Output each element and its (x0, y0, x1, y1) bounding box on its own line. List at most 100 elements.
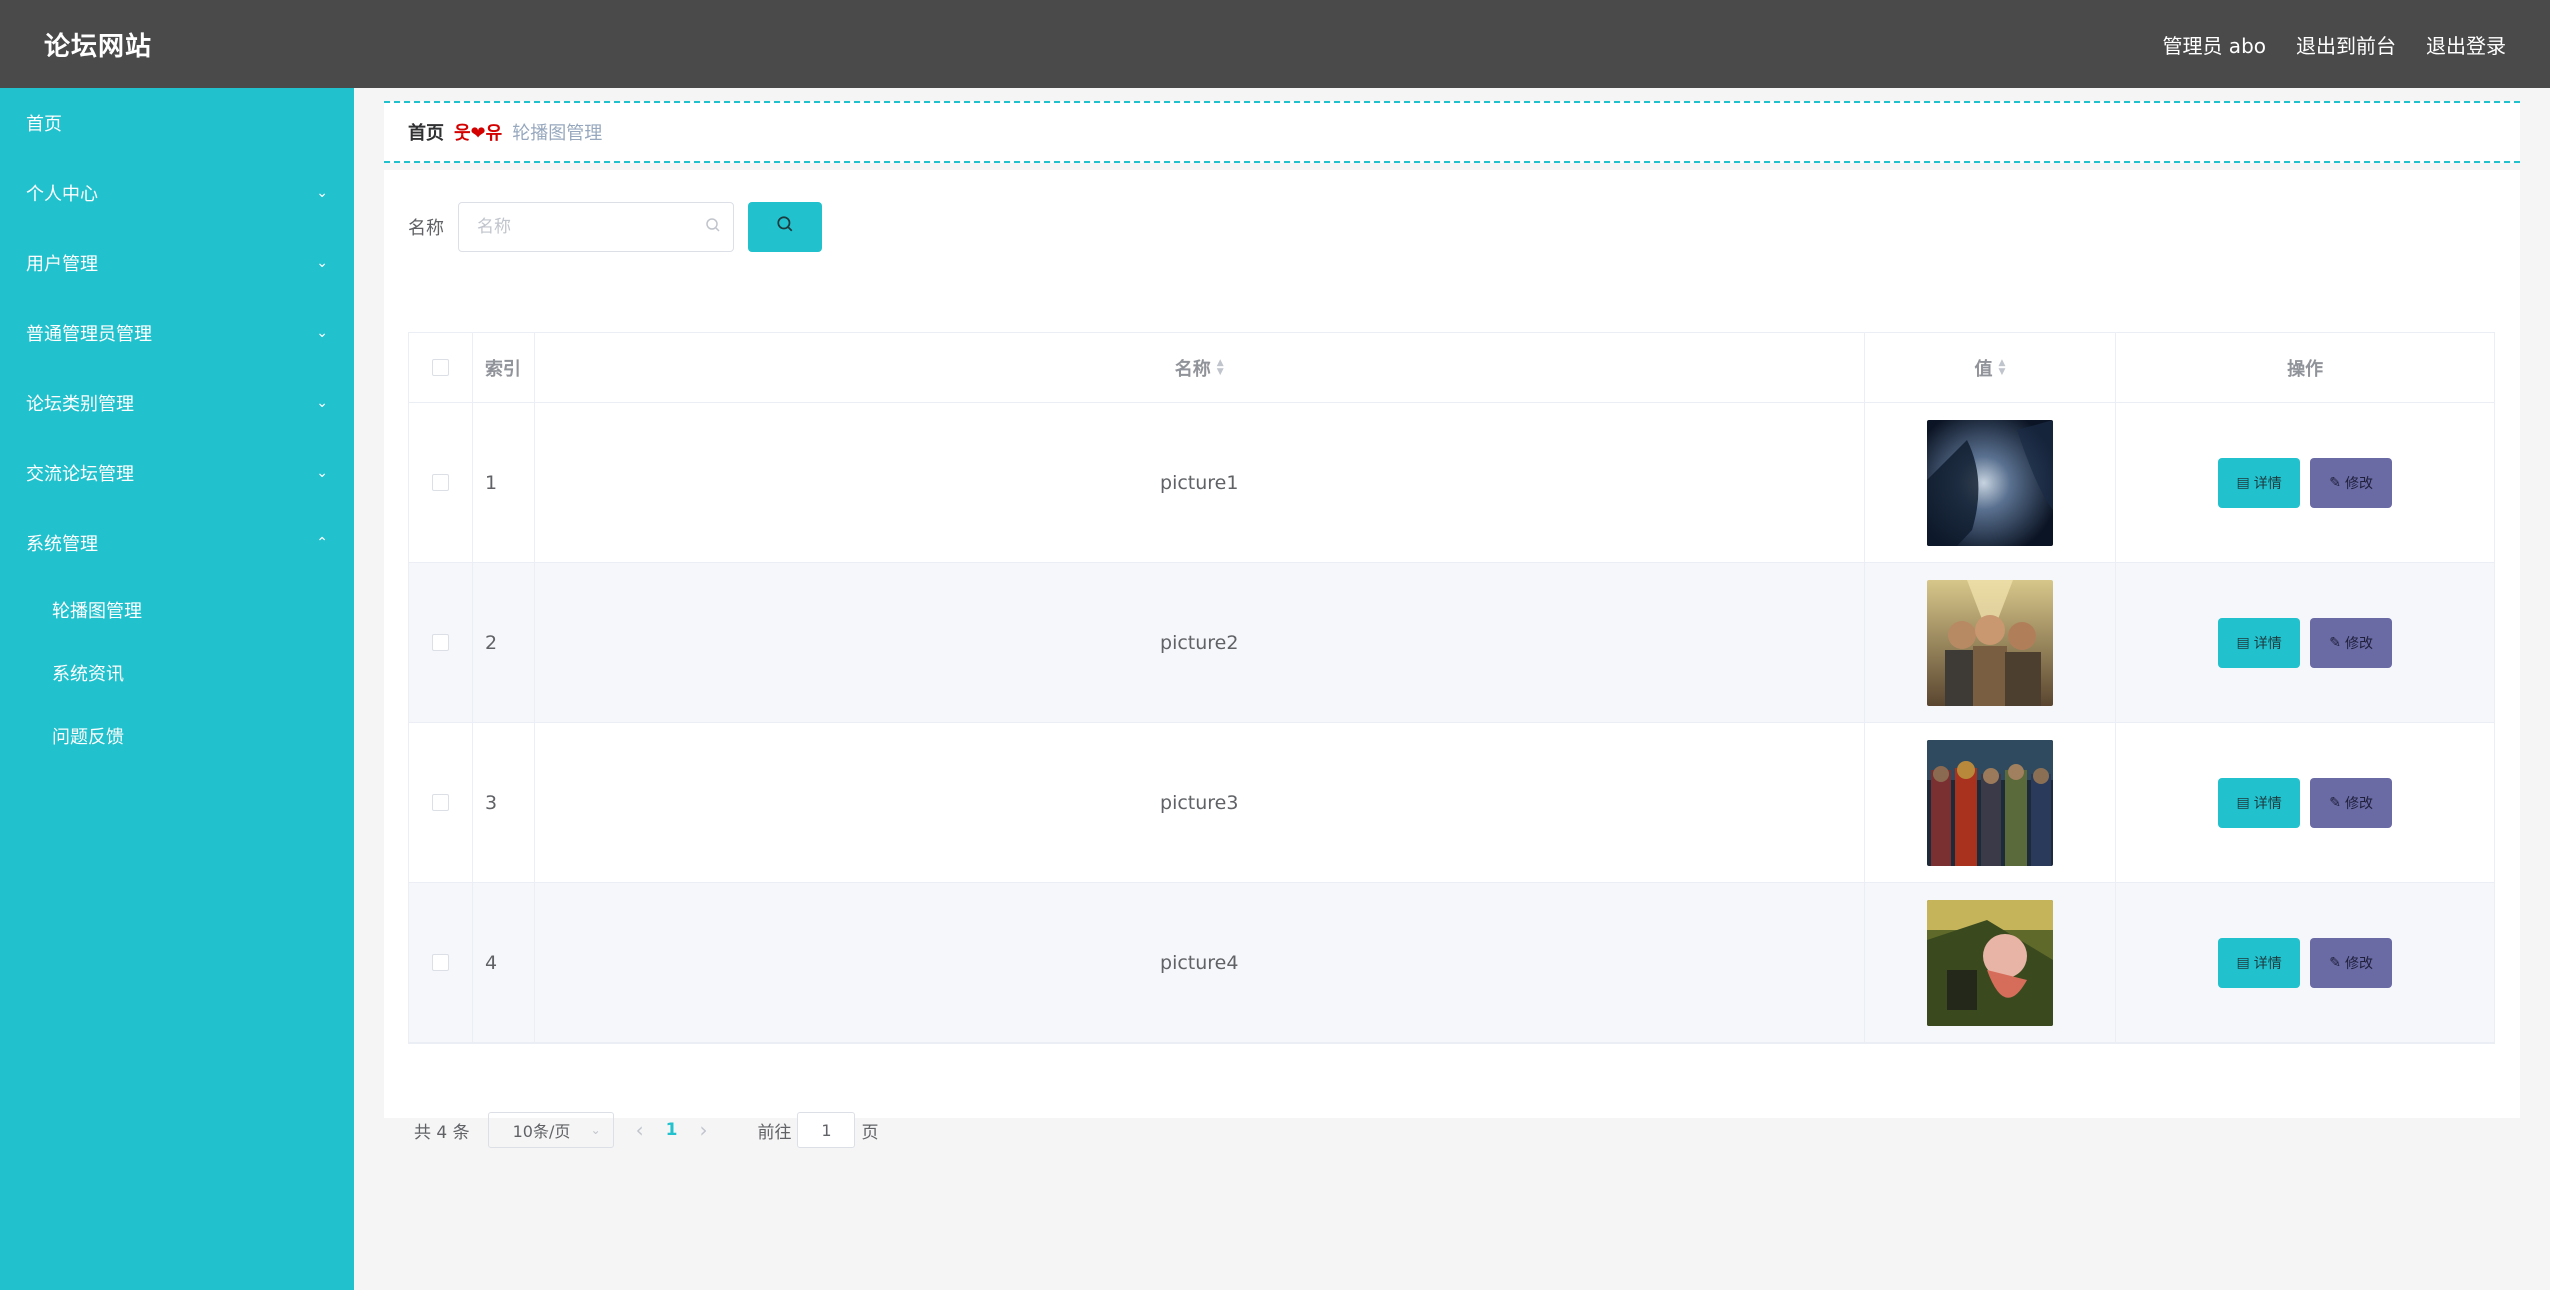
chevron-up-icon: ⌃ (316, 535, 328, 551)
table-row: 4 picture4 ▤ 详情 ✎ 修改 (409, 883, 2494, 1043)
page-size-value: 10条/页 (512, 1122, 571, 1141)
carousel-thumbnail[interactable] (1926, 899, 2053, 1026)
edit-button[interactable]: ✎ 修改 (2310, 777, 2393, 828)
header-value[interactable]: 值 ▲ ▼ (1865, 333, 2117, 402)
row-value-cell (1865, 403, 2117, 562)
table-row: 1 picture1 ▤ 详情 ✎ 修改 (409, 403, 2494, 563)
breadcrumb-home[interactable]: 首页 (408, 119, 444, 145)
detail-button[interactable]: ▤ 详情 (2218, 617, 2301, 668)
sidebar-subitem-label: 系统资讯 (52, 663, 124, 685)
prev-page-icon[interactable]: ‹ (636, 1118, 644, 1142)
pencil-icon: ✎ (2329, 474, 2342, 490)
logout-link[interactable]: 退出登录 (2426, 30, 2506, 59)
row-checkbox[interactable] (431, 634, 449, 651)
chevron-down-icon: ⌄ (316, 255, 328, 271)
row-checkbox[interactable] (431, 794, 449, 811)
detail-label: 详情 (2253, 954, 2282, 971)
top-bar: 论坛网站 管理员 abo 退出到前台 退出登录 (0, 0, 2550, 88)
carousel-thumbnail[interactable] (1926, 419, 2053, 546)
breadcrumb-separator: 웃❤유 (454, 123, 503, 144)
chevron-down-icon: ⌄ (316, 465, 328, 481)
sidebar-subitem-feedback[interactable]: 问题反馈 (0, 704, 354, 767)
row-value-cell (1865, 563, 2117, 722)
main-area: 首页 웃❤유 轮播图管理 名称 索引 名称 (354, 88, 2550, 1290)
sidebar-item-label: 交流论坛管理 (26, 464, 134, 485)
sidebar-subitem-label: 轮播图管理 (52, 600, 142, 622)
search-button[interactable] (748, 202, 822, 252)
sidebar-item-label: 用户管理 (26, 254, 98, 275)
header-name-label: 名称 (1174, 358, 1211, 380)
row-index: 4 (473, 883, 535, 1042)
row-checkbox-cell (409, 723, 473, 882)
pencil-icon: ✎ (2329, 954, 2342, 970)
chevron-down-icon: ⌄ (316, 325, 328, 341)
row-name: picture3 (535, 723, 1865, 882)
sidebar-item-forum-management[interactable]: 交流论坛管理 ⌄ (0, 438, 354, 508)
admin-label[interactable]: 管理员 abo (2162, 30, 2266, 59)
detail-label: 详情 (2253, 474, 2282, 491)
edit-button[interactable]: ✎ 修改 (2310, 617, 2393, 668)
row-value-cell (1865, 723, 2117, 882)
row-checkbox[interactable] (431, 954, 449, 971)
sidebar-subitem-system-news[interactable]: 系统资讯 (0, 641, 354, 704)
select-all-checkbox[interactable] (431, 359, 449, 376)
detail-button[interactable]: ▤ 详情 (2218, 777, 2301, 828)
pencil-icon: ✎ (2329, 794, 2342, 810)
document-icon: ▤ (2236, 634, 2250, 650)
sidebar-item-forum-category[interactable]: 论坛类别管理 ⌄ (0, 368, 354, 438)
sidebar-item-home[interactable]: 首页 (0, 88, 354, 158)
search-label: 名称 (408, 218, 444, 239)
sidebar-item-user-management[interactable]: 用户管理 ⌄ (0, 228, 354, 298)
goto-page-input[interactable] (797, 1112, 856, 1148)
top-actions: 管理员 abo 退出到前台 退出登录 (2162, 30, 2506, 59)
sidebar-item-admin-management[interactable]: 普通管理员管理 ⌄ (0, 298, 354, 368)
row-checkbox-cell (409, 403, 473, 562)
sidebar-item-label: 个人中心 (26, 184, 98, 205)
sort-icon[interactable]: ▲ ▼ (1999, 358, 2006, 377)
pencil-icon: ✎ (2329, 634, 2342, 650)
next-page-icon[interactable]: › (699, 1118, 707, 1142)
sidebar-item-personal-center[interactable]: 个人中心 ⌄ (0, 158, 354, 228)
page-number[interactable]: 1 (666, 1120, 678, 1140)
row-checkbox-cell (409, 563, 473, 722)
exit-to-front-link[interactable]: 退出到前台 (2296, 30, 2396, 59)
edit-button[interactable]: ✎ 修改 (2310, 457, 2393, 508)
page-size-select[interactable]: 10条/页 ⌄ (487, 1112, 614, 1148)
row-index: 1 (473, 403, 535, 562)
carousel-thumbnail[interactable] (1926, 579, 2053, 706)
header-value-label: 值 (1974, 358, 1993, 380)
row-index: 2 (473, 563, 535, 722)
breadcrumb: 首页 웃❤유 轮播图管理 (384, 101, 2520, 163)
breadcrumb-current: 轮播图管理 (512, 123, 603, 144)
sort-icon[interactable]: ▲ ▼ (1217, 358, 1224, 377)
carousel-thumbnail[interactable] (1926, 739, 2053, 866)
table-row: 3 picture3 ▤ 详情 ✎ 修改 (409, 723, 2494, 883)
carousel-table: 索引 名称 ▲ ▼ 值 ▲ ▼ 操作 1 picture1 ▤ 详情 ✎ 修改 … (408, 332, 2495, 1044)
row-index: 3 (473, 723, 535, 882)
detail-button[interactable]: ▤ 详情 (2218, 457, 2301, 508)
header-name[interactable]: 名称 ▲ ▼ (535, 333, 1865, 402)
edit-label: 修改 (2345, 794, 2374, 811)
search-input-wrapper (458, 202, 734, 252)
search-icon (705, 217, 721, 237)
sidebar-subitem-carousel[interactable]: 轮播图管理 (0, 578, 354, 641)
search-row: 名称 (408, 202, 822, 252)
search-input[interactable] (459, 203, 733, 251)
edit-button[interactable]: ✎ 修改 (2310, 937, 2393, 988)
detail-label: 详情 (2253, 634, 2282, 651)
detail-label: 详情 (2253, 794, 2282, 811)
row-name: picture4 (535, 883, 1865, 1042)
goto-prefix: 前往 (757, 1122, 792, 1143)
sidebar-item-label: 首页 (26, 114, 62, 135)
sidebar: 首页 个人中心 ⌄ 用户管理 ⌄ 普通管理员管理 ⌄ 论坛类别管理 ⌄ 交流论坛… (0, 88, 354, 1290)
content-panel: 名称 索引 名称 ▲▼ 值 (384, 170, 2520, 1148)
detail-button[interactable]: ▤ 详情 (2218, 937, 2301, 988)
document-icon: ▤ (2236, 954, 2250, 970)
table-row: 2 picture2 ▤ 详情 ✎ 修改 (409, 563, 2494, 723)
sidebar-item-system-management[interactable]: 系统管理 ⌃ (0, 508, 354, 578)
chevron-down-icon: ⌄ (316, 185, 328, 201)
document-icon: ▤ (2236, 474, 2250, 490)
row-checkbox[interactable] (431, 474, 449, 491)
row-ops: ▤ 详情 ✎ 修改 (2116, 403, 2494, 562)
table-header: 索引 名称 ▲ ▼ 值 ▲ ▼ 操作 (409, 333, 2494, 403)
